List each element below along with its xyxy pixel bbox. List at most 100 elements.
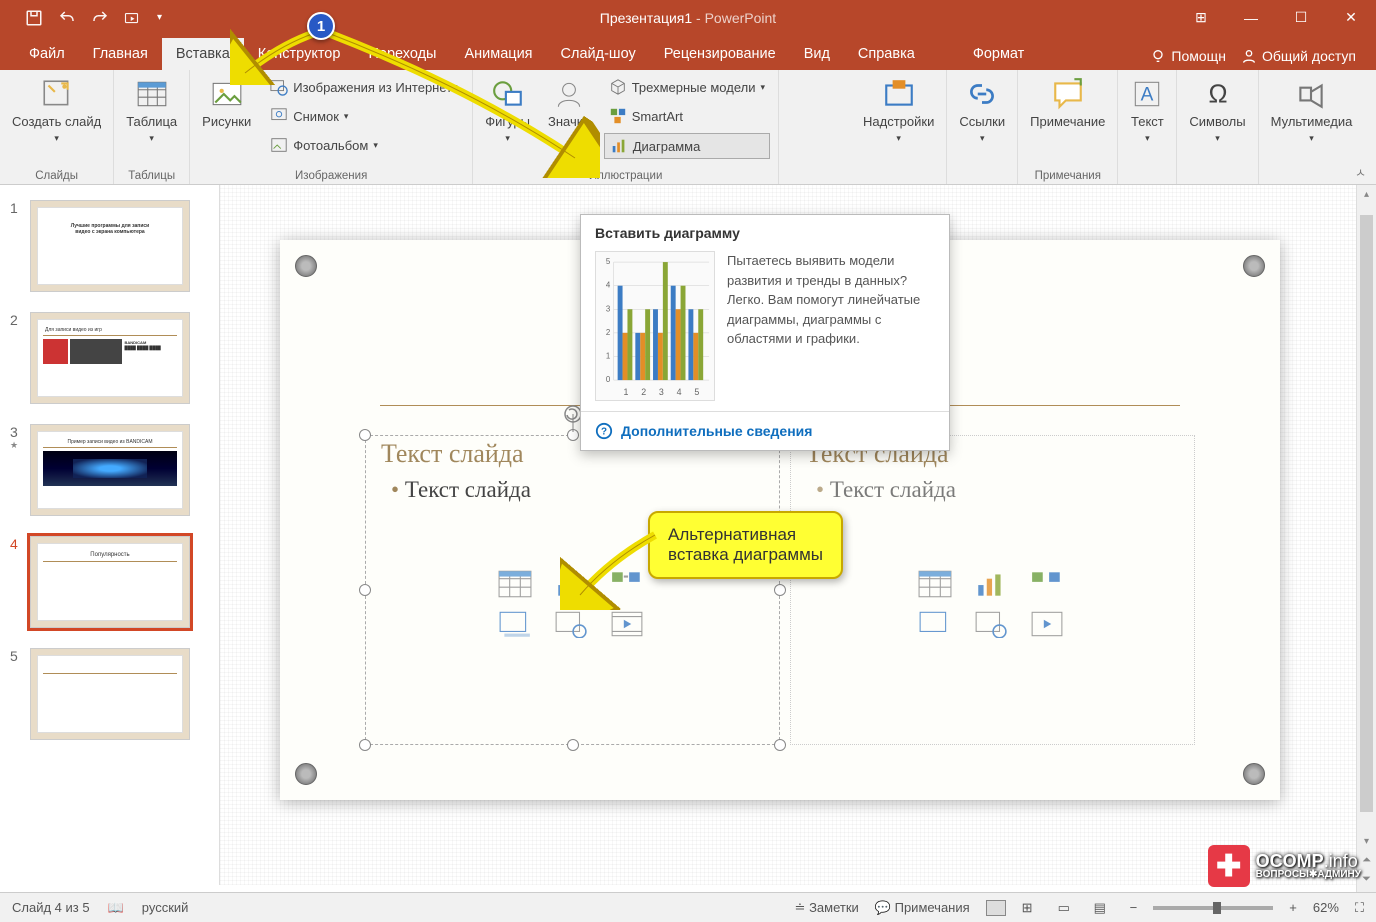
insert-smartart-icon[interactable] [1030, 570, 1064, 598]
tell-me-search[interactable]: Помощн [1150, 48, 1226, 64]
insert-picture-icon[interactable] [918, 610, 952, 638]
tab-file[interactable]: Файл [15, 38, 79, 70]
tab-slideshow[interactable]: Слайд-шоу [547, 38, 650, 70]
insert-chart-icon[interactable] [554, 570, 588, 598]
qat-dropdown-icon[interactable]: ▾ [157, 12, 162, 23]
media-button[interactable]: Мультимедиа▾ [1267, 75, 1357, 145]
scrollbar-thumb[interactable] [1360, 215, 1373, 812]
photo-album-button[interactable]: Фотоальбом ▾ [265, 133, 464, 157]
svg-text:3: 3 [659, 387, 664, 397]
tab-animations[interactable]: Анимация [450, 38, 546, 70]
spellcheck-icon[interactable]: 📖 [108, 900, 124, 916]
comments-button[interactable]: 💬 Примечания [875, 900, 970, 916]
insert-table-icon[interactable] [918, 570, 952, 598]
undo-icon[interactable] [58, 9, 76, 27]
notes-button[interactable]: ≐ Заметки [795, 900, 859, 916]
ribbon-display-icon[interactable]: ⊞ [1176, 0, 1226, 35]
fit-to-window-icon[interactable]: ⛶ [1355, 900, 1364, 916]
pictures-icon [210, 77, 244, 111]
redo-icon[interactable] [91, 9, 109, 27]
tab-insert[interactable]: Вставка [162, 38, 244, 70]
text-button[interactable]: A Текст▾ [1126, 75, 1168, 145]
tab-review[interactable]: Рецензирование [650, 38, 790, 70]
collapse-ribbon-icon[interactable]: ㅅ [1355, 164, 1366, 181]
slide-thumbnail-2[interactable]: Для записи видео из игрBANDICAM████ ████… [30, 312, 190, 404]
addins-button[interactable]: Надстройки▾ [859, 75, 938, 145]
insert-online-picture-icon[interactable] [974, 610, 1008, 638]
table-button[interactable]: Таблица▾ [122, 75, 181, 145]
smartart-button[interactable]: SmartArt [604, 104, 770, 128]
slide-thumbnail-1[interactable]: Лучшие программы для записивидео с экран… [30, 200, 190, 292]
insert-table-icon[interactable] [498, 570, 532, 598]
tab-home[interactable]: Главная [79, 38, 162, 70]
online-pictures-button[interactable]: Изображения из Интернета [265, 75, 464, 99]
thumb-number: 4 [10, 536, 22, 628]
tab-design[interactable]: Конструктор [244, 38, 355, 70]
sorter-view-icon[interactable]: ⊞ [1022, 900, 1042, 916]
insert-smartart-icon[interactable] [610, 570, 644, 598]
smartart-icon [609, 107, 627, 125]
tab-transitions[interactable]: Переходы [354, 38, 450, 70]
share-button[interactable]: Общий доступ [1241, 48, 1356, 64]
shapes-button[interactable]: Фигуры▾ [481, 75, 534, 145]
tab-format[interactable]: Формат [959, 38, 1039, 70]
svg-text:1: 1 [606, 351, 610, 360]
reading-view-icon[interactable]: ▭ [1058, 900, 1078, 916]
group-links: Ссылки▾ [947, 70, 1018, 184]
group-label-slides: Слайды [35, 167, 78, 182]
language-indicator[interactable]: русский [142, 900, 189, 915]
tooltip-chart-preview: 01 23 45 12 34 5 [595, 251, 715, 401]
tooltip-more-link[interactable]: ? Дополнительные сведения [581, 411, 949, 450]
normal-view-icon[interactable] [986, 900, 1006, 916]
svg-text:3: 3 [606, 304, 611, 313]
svg-text:5: 5 [694, 387, 699, 397]
selection-handle[interactable] [359, 584, 371, 596]
zoom-in-icon[interactable]: + [1289, 900, 1297, 915]
maximize-icon[interactable]: ☐ [1276, 0, 1326, 35]
selection-handle[interactable] [567, 739, 579, 751]
selection-handle[interactable] [359, 739, 371, 751]
chart-button[interactable]: Диаграмма [604, 133, 770, 159]
tab-help[interactable]: Справка [844, 38, 929, 70]
slideshow-view-icon[interactable]: ▤ [1094, 900, 1114, 916]
pictures-button[interactable]: Рисунки [198, 75, 255, 132]
save-icon[interactable] [25, 9, 43, 27]
group-addins: Надстройки▾ [779, 70, 947, 184]
tab-view[interactable]: Вид [790, 38, 844, 70]
zoom-out-icon[interactable]: − [1130, 900, 1138, 915]
svg-text:1: 1 [624, 387, 629, 397]
vertical-scrollbar[interactable]: ▴ ▾ ⏶ ⏷ [1356, 185, 1376, 892]
new-slide-button[interactable]: Создать слайд▾ [8, 75, 105, 145]
symbols-button[interactable]: Ω Символы▾ [1185, 75, 1249, 145]
insert-picture-icon[interactable] [498, 610, 532, 638]
group-label-illustrations: Иллюстрации [589, 167, 663, 182]
start-from-beginning-icon[interactable] [124, 9, 142, 27]
zoom-level[interactable]: 62% [1313, 900, 1339, 915]
3d-models-button[interactable]: Трехмерные модели ▾ [604, 75, 770, 99]
comment-button[interactable]: Примечание [1026, 75, 1109, 132]
lightbulb-icon [1150, 48, 1166, 64]
insert-chart-icon[interactable] [974, 570, 1008, 598]
insert-video-icon[interactable] [610, 610, 644, 638]
close-icon[interactable]: ✕ [1326, 0, 1376, 35]
icons-button[interactable]: Значки [544, 75, 594, 132]
scroll-up-icon[interactable]: ▴ [1357, 185, 1376, 200]
slide-thumbnail-4[interactable]: Популярность [30, 536, 190, 628]
selection-handle[interactable] [359, 429, 371, 441]
content-placeholder-left[interactable]: Текст слайда Текст слайда [365, 435, 780, 745]
zoom-slider[interactable] [1153, 906, 1273, 910]
selection-handle[interactable] [774, 584, 786, 596]
insert-video-icon[interactable] [1030, 610, 1064, 638]
slide-thumbnails-panel[interactable]: 1 Лучшие программы для записивидео с экр… [0, 185, 220, 885]
group-label-images: Изображения [295, 167, 367, 182]
screenshot-button[interactable]: Снимок ▾ [265, 104, 464, 128]
title-bar: ▾ Презентация1 - PowerPoint ⊞ — ☐ ✕ [0, 0, 1376, 35]
group-label-comments: Примечания [1035, 167, 1101, 182]
selection-handle[interactable] [774, 739, 786, 751]
slide-thumbnail-3[interactable]: Пример записи видео из BANDICAM [30, 424, 190, 516]
minimize-icon[interactable]: — [1226, 0, 1276, 35]
insert-online-picture-icon[interactable] [554, 610, 588, 638]
slide-thumbnail-5[interactable] [30, 648, 190, 740]
content-placeholder-right[interactable]: Текст слайда Текст слайда [790, 435, 1195, 745]
links-button[interactable]: Ссылки▾ [955, 75, 1009, 145]
